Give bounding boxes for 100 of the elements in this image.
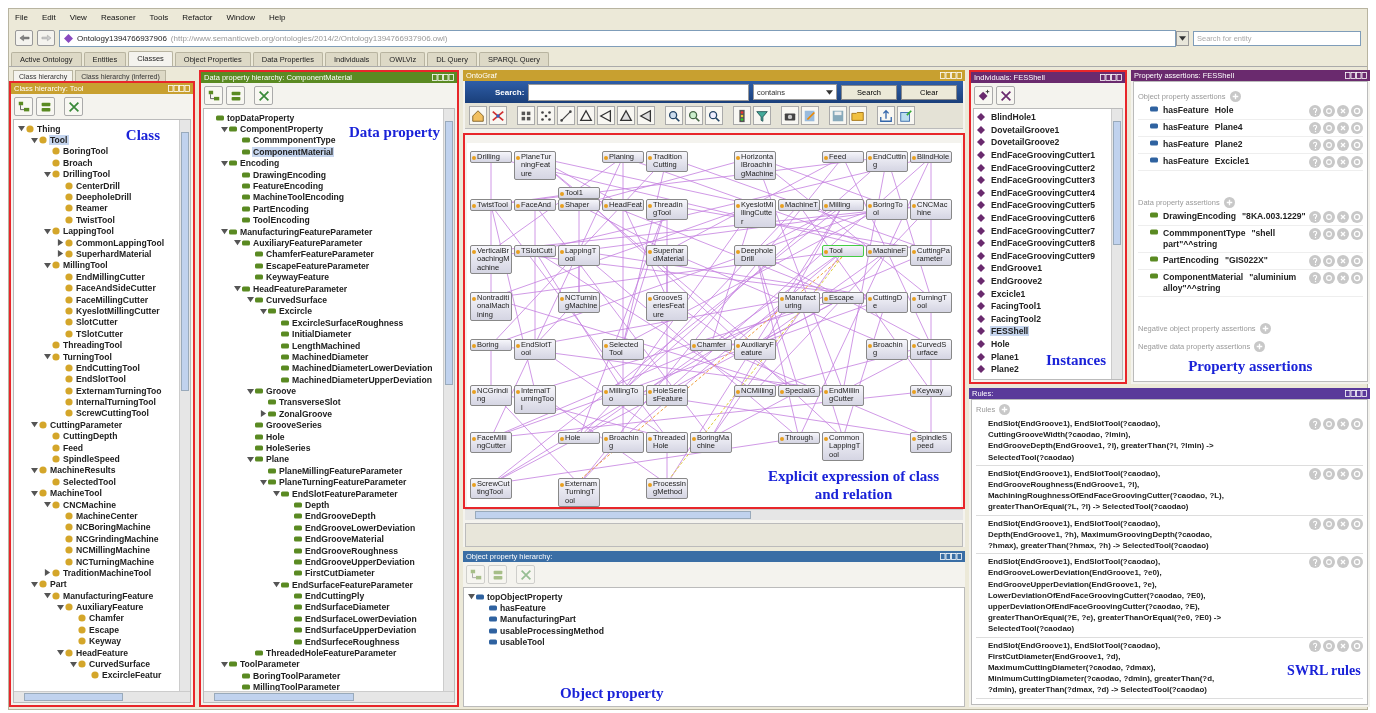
tree-item[interactable]: EndGrooveRoughness [304, 545, 400, 556]
tree-item[interactable]: ManufacturingFeature [62, 590, 155, 601]
tree-item[interactable]: FirstCutDiameter [304, 568, 376, 579]
tree-item[interactable]: usableProcessingMethod [499, 625, 606, 636]
tree-item[interactable]: TransverseSlot [278, 397, 342, 408]
tree-item[interactable]: TSlotCutter [75, 328, 124, 339]
menu-item[interactable]: Window [226, 13, 255, 22]
tree-item[interactable]: EndSurfaceFeatureParameter [291, 579, 414, 590]
tree-item[interactable]: InitialDiameter [291, 329, 353, 340]
menu-item[interactable]: Tools [149, 13, 169, 22]
tree-item[interactable]: Depth [304, 499, 331, 510]
list-item[interactable]: EndFaceGroovingCutter2 [990, 162, 1097, 173]
tree-item[interactable]: EndSurfeceRoughness [304, 636, 401, 647]
list-item[interactable]: BlindHole1 [990, 112, 1037, 123]
tree-item[interactable]: ComponentMaterial [252, 146, 335, 157]
tree-item[interactable]: BoringTool [62, 146, 110, 157]
tree-item[interactable]: TwistTool [75, 214, 116, 225]
tree-item[interactable]: NCTurningMachine [75, 556, 156, 567]
list-item[interactable]: FacingTool1 [990, 301, 1042, 312]
tree-item[interactable]: ToolParameter [239, 659, 301, 670]
tree-item[interactable]: ZonalGroove [278, 408, 333, 419]
tree-item[interactable]: LengthMachined [291, 340, 362, 351]
tree-item[interactable]: CommmponentType [252, 135, 337, 146]
tree-item[interactable]: ComponentProperty [239, 124, 325, 135]
tree-item[interactable]: MachineToolEncoding [252, 192, 346, 203]
tree-item[interactable]: CuttingParameter [49, 419, 124, 430]
tree-item[interactable]: DeepholeDrill [75, 192, 133, 203]
tree-item[interactable]: EndGrooveUpperDeviation [304, 556, 416, 567]
tree-item[interactable]: ChamferFeatureParameter [265, 249, 375, 260]
tree-item[interactable]: CommonLappingTool [75, 237, 166, 248]
tree-item[interactable]: Encoding [239, 158, 281, 169]
tree-item[interactable]: Escape [88, 624, 121, 635]
tree-item[interactable]: AuxiliaryFeatureParameter [252, 238, 364, 248]
tree-item[interactable]: NCBoringMachine [75, 522, 152, 533]
tree-item[interactable]: Hole [265, 431, 286, 442]
tree-item[interactable]: HeadFeature [75, 647, 130, 658]
tree-item[interactable]: FaceMillingCutter [75, 294, 150, 305]
tree-item[interactable]: FeatureEncoding [252, 181, 325, 192]
tree-item[interactable]: Feed [62, 442, 85, 453]
list-item[interactable]: EndFaceGroovingCutter9 [990, 250, 1097, 261]
tree-item[interactable]: EndGrooveDepth [304, 511, 377, 522]
tree-item[interactable]: MachinedDiameterLowerDeviation [291, 363, 434, 374]
list-item[interactable]: EndFaceGroovingCutter6 [990, 213, 1097, 224]
tree-item[interactable]: EndMillingCutter [75, 271, 146, 282]
list-item[interactable]: EndFaceGroovingCutter8 [990, 238, 1097, 249]
tree-item[interactable]: BoringToolParameter [252, 670, 342, 681]
tree-item[interactable]: MachineTool [49, 488, 103, 499]
tree-item[interactable]: TurningTool [62, 351, 113, 362]
list-item[interactable]: Hole [990, 339, 1011, 349]
list-item[interactable]: EndFaceGroovingCutter3 [990, 175, 1097, 186]
tree-item[interactable]: EndSurfaceLowerDeviation [304, 613, 418, 624]
tree-item[interactable]: AuxiliaryFeature [75, 602, 145, 613]
tree-item[interactable]: EndSlotFeatureParameter [291, 488, 399, 499]
tree-item[interactable]: LappingTool [62, 226, 115, 237]
tree-item[interactable]: EscapeFeatureParameter [265, 260, 371, 271]
tree-item[interactable]: ManufacturingPart [499, 614, 577, 625]
tree-item[interactable]: ThreadedHoleFeatureParameter [265, 648, 398, 659]
tree-item[interactable]: hasFeature [499, 603, 547, 614]
tree-item[interactable]: Thing [36, 123, 62, 134]
tree-item[interactable]: MachineResults [49, 465, 117, 476]
tree-item[interactable]: HoleSeries [265, 443, 312, 453]
tree-item[interactable]: Keyway [88, 636, 122, 647]
list-item[interactable]: Plane2 [990, 364, 1020, 375]
tree-item[interactable]: Chamfer [88, 613, 125, 624]
tree-item[interactable]: SelectedTool [62, 476, 117, 487]
tree-item[interactable]: CurvedSurface [88, 659, 152, 670]
tree-item[interactable]: HeadFeatureParameter [252, 283, 349, 294]
tree-item[interactable]: Groove [265, 386, 298, 397]
menu-item[interactable]: File [15, 13, 28, 22]
menu-item[interactable]: Reasoner [100, 13, 136, 22]
tree-item[interactable]: CNCMachine [62, 499, 117, 510]
tree-item[interactable]: EndGrooveLowerDeviation [304, 522, 417, 533]
tree-item[interactable]: SlotCutter [75, 317, 119, 328]
menu-item[interactable]: Edit [41, 13, 56, 22]
tree-item[interactable]: TraditionMachineTool [62, 567, 153, 578]
tree-item[interactable]: Broach [62, 157, 94, 168]
menu-item[interactable]: Help [268, 13, 286, 22]
tree-item[interactable]: DrawingEncoding [252, 169, 328, 180]
tree-item[interactable]: ThreadingTool [62, 340, 124, 351]
tree-item[interactable]: KyeslotMillingCutter [75, 305, 161, 316]
tree-item[interactable]: PlaneMillingFeatureParameter [278, 465, 404, 476]
tree-item[interactable]: ExcircleSurfaceRoughness [291, 317, 405, 328]
menu-item[interactable]: Refactor [182, 13, 213, 22]
tree-item[interactable]: NCMillingMachine [75, 545, 151, 556]
tree-item[interactable]: MillingTool [62, 260, 109, 271]
tree-item[interactable]: DrillingTool [62, 169, 112, 180]
tree-item[interactable]: SpindleSpeed [62, 454, 121, 464]
tree-item[interactable]: topObjectProperty [486, 591, 564, 602]
tree-item[interactable]: KeywayFeature [265, 272, 331, 283]
ontology-selector[interactable]: Ontology1394766937906 (http://www.semanticweb.org/ontologies/2014/2/Ontology1394766937906.owl) [59, 29, 1176, 47]
tree-item[interactable]: PartEncoding [252, 203, 310, 214]
tree-item[interactable]: InternalTurningTool [75, 397, 157, 408]
list-item[interactable]: EndFaceGroovingCutter7 [990, 225, 1097, 236]
tree-item[interactable]: EndSurfaceDiameter [304, 602, 391, 613]
tree-item[interactable]: ExternamTurningToo [75, 385, 163, 396]
list-item[interactable]: FacingTool2 [990, 313, 1042, 324]
tree-item[interactable]: ToolEncoding [252, 215, 311, 226]
tree-item[interactable]: GrooveSeries [265, 420, 323, 431]
tree-item[interactable]: Tool [49, 135, 69, 146]
list-item[interactable]: EndGroove2 [990, 276, 1044, 286]
